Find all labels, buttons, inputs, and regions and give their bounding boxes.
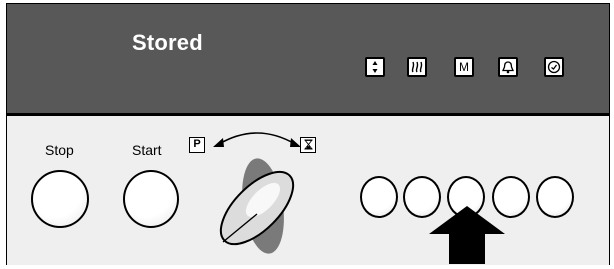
- program-dial-knob[interactable]: [203, 144, 313, 264]
- display-panel: Stored M: [7, 4, 609, 116]
- display-status-text: Stored: [132, 30, 203, 55]
- arrows-up-down-icon[interactable]: [365, 57, 385, 77]
- clock-timer-icon[interactable]: [544, 57, 564, 77]
- appliance-control-panel: Stored M Stop Start P: [6, 3, 610, 265]
- memory-m-icon[interactable]: M: [454, 57, 474, 77]
- stop-button[interactable]: [31, 170, 89, 228]
- program-p-symbol-text: P: [193, 138, 201, 150]
- bell-alarm-icon[interactable]: [498, 57, 518, 77]
- start-label: Start: [132, 142, 162, 158]
- arrow-up-icon: [429, 206, 505, 264]
- program-button-1[interactable]: [360, 176, 398, 218]
- clock-timer-glyph: [547, 60, 561, 74]
- steam-heat-icon[interactable]: [407, 57, 427, 77]
- stop-label: Stop: [45, 142, 74, 158]
- memory-m-glyph: M: [459, 60, 469, 74]
- program-button-5[interactable]: [536, 176, 574, 218]
- steam-heat-glyph: [411, 61, 423, 73]
- start-button[interactable]: [123, 170, 179, 228]
- arrows-up-down-glyph: [372, 61, 378, 73]
- bell-alarm-glyph: [502, 61, 514, 74]
